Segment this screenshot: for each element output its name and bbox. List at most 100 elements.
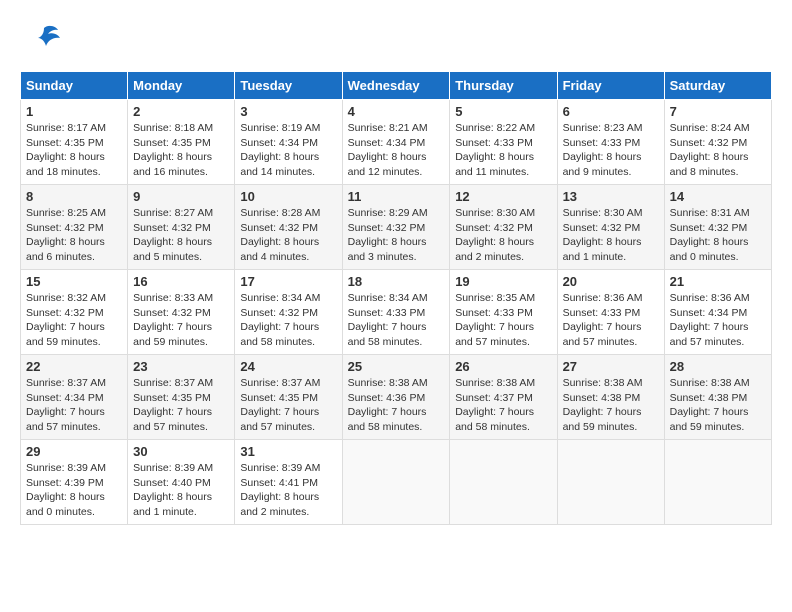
- day-number: 27: [563, 359, 659, 374]
- day-of-week-header: Wednesday: [342, 72, 450, 100]
- day-number: 23: [133, 359, 229, 374]
- page-header: [20, 20, 772, 61]
- logo: [20, 20, 62, 61]
- day-info: Sunrise: 8:38 AMSunset: 4:36 PMDaylight:…: [348, 376, 445, 435]
- calendar-cell: 1Sunrise: 8:17 AMSunset: 4:35 PMDaylight…: [21, 100, 128, 185]
- day-number: 30: [133, 444, 229, 459]
- calendar-cell: 16 Sunrise: 8:33 AMSunset: 4:32 PMDayligh…: [128, 270, 235, 355]
- calendar-cell: 28 Sunrise: 8:38 AMSunset: 4:38 PMDayligh…: [664, 355, 771, 440]
- day-info: Sunrise: 8:35 AMSunset: 4:33 PMDaylight:…: [455, 291, 551, 350]
- calendar-cell: 31 Sunrise: 8:39 AMSunset: 4:41 PMDayligh…: [235, 440, 342, 525]
- calendar-table: SundayMondayTuesdayWednesdayThursdayFrid…: [20, 71, 772, 525]
- calendar-cell: 2Sunrise: 8:18 AMSunset: 4:35 PMDaylight…: [128, 100, 235, 185]
- calendar-cell: 15Sunrise: 8:32 AMSunset: 4:32 PMDayligh…: [21, 270, 128, 355]
- calendar-cell: 18 Sunrise: 8:34 AMSunset: 4:33 PMDayligh…: [342, 270, 450, 355]
- day-info: Sunrise: 8:27 AMSunset: 4:32 PMDaylight:…: [133, 206, 229, 265]
- day-number: 5: [455, 104, 551, 119]
- day-number: 21: [670, 274, 766, 289]
- day-info: Sunrise: 8:37 AMSunset: 4:34 PMDaylight:…: [26, 376, 122, 435]
- calendar-week-row: 22 Sunrise: 8:37 AMSunset: 4:34 PMDayligh…: [21, 355, 772, 440]
- day-number: 20: [563, 274, 659, 289]
- calendar-cell: 25 Sunrise: 8:38 AMSunset: 4:36 PMDayligh…: [342, 355, 450, 440]
- day-info: Sunrise: 8:19 AMSunset: 4:34 PMDaylight:…: [240, 121, 336, 180]
- calendar-cell: 12 Sunrise: 8:30 AMSunset: 4:32 PMDayligh…: [450, 185, 557, 270]
- calendar-cell: 21 Sunrise: 8:36 AMSunset: 4:34 PMDayligh…: [664, 270, 771, 355]
- calendar-cell: 8 Sunrise: 8:25 AMSunset: 4:32 PMDaylight…: [21, 185, 128, 270]
- day-info: Sunrise: 8:24 AMSunset: 4:32 PMDaylight:…: [670, 121, 766, 180]
- calendar-cell: [342, 440, 450, 525]
- calendar-week-row: 1Sunrise: 8:17 AMSunset: 4:35 PMDaylight…: [21, 100, 772, 185]
- day-info: Sunrise: 8:37 AMSunset: 4:35 PMDaylight:…: [133, 376, 229, 435]
- calendar-cell: 22 Sunrise: 8:37 AMSunset: 4:34 PMDayligh…: [21, 355, 128, 440]
- day-info: Sunrise: 8:30 AMSunset: 4:32 PMDaylight:…: [455, 206, 551, 265]
- day-number: 11: [348, 189, 445, 204]
- day-number: 25: [348, 359, 445, 374]
- calendar-cell: 20 Sunrise: 8:36 AMSunset: 4:33 PMDayligh…: [557, 270, 664, 355]
- calendar-cell: 24 Sunrise: 8:37 AMSunset: 4:35 PMDayligh…: [235, 355, 342, 440]
- day-number: 17: [240, 274, 336, 289]
- day-info: Sunrise: 8:34 AMSunset: 4:33 PMDaylight:…: [348, 291, 445, 350]
- calendar-cell: 13 Sunrise: 8:30 AMSunset: 4:32 PMDayligh…: [557, 185, 664, 270]
- day-number: 15: [26, 274, 122, 289]
- calendar-cell: [450, 440, 557, 525]
- day-of-week-header: Saturday: [664, 72, 771, 100]
- calendar-cell: [557, 440, 664, 525]
- day-number: 9: [133, 189, 229, 204]
- day-number: 29: [26, 444, 122, 459]
- calendar-cell: 5 Sunrise: 8:22 AMSunset: 4:33 PMDaylight…: [450, 100, 557, 185]
- day-info: Sunrise: 8:22 AMSunset: 4:33 PMDaylight:…: [455, 121, 551, 180]
- day-info: Sunrise: 8:23 AMSunset: 4:33 PMDaylight:…: [563, 121, 659, 180]
- day-info: Sunrise: 8:21 AMSunset: 4:34 PMDaylight:…: [348, 121, 445, 180]
- day-number: 18: [348, 274, 445, 289]
- day-number: 2: [133, 104, 229, 119]
- day-info: Sunrise: 8:39 AMSunset: 4:39 PMDaylight:…: [26, 461, 122, 520]
- day-info: Sunrise: 8:36 AMSunset: 4:34 PMDaylight:…: [670, 291, 766, 350]
- day-info: Sunrise: 8:38 AMSunset: 4:38 PMDaylight:…: [563, 376, 659, 435]
- day-number: 22: [26, 359, 122, 374]
- calendar-cell: 29 Sunrise: 8:39 AMSunset: 4:39 PMDayligh…: [21, 440, 128, 525]
- day-info: Sunrise: 8:31 AMSunset: 4:32 PMDaylight:…: [670, 206, 766, 265]
- day-number: 3: [240, 104, 336, 119]
- day-info: Sunrise: 8:38 AMSunset: 4:37 PMDaylight:…: [455, 376, 551, 435]
- calendar-cell: 11 Sunrise: 8:29 AMSunset: 4:32 PMDayligh…: [342, 185, 450, 270]
- day-info: Sunrise: 8:37 AMSunset: 4:35 PMDaylight:…: [240, 376, 336, 435]
- calendar-cell: 7Sunrise: 8:24 AMSunset: 4:32 PMDaylight…: [664, 100, 771, 185]
- day-number: 8: [26, 189, 122, 204]
- day-of-week-header: Thursday: [450, 72, 557, 100]
- day-info: Sunrise: 8:30 AMSunset: 4:32 PMDaylight:…: [563, 206, 659, 265]
- day-info: Sunrise: 8:17 AMSunset: 4:35 PMDaylight:…: [26, 121, 122, 180]
- calendar-week-row: 29 Sunrise: 8:39 AMSunset: 4:39 PMDayligh…: [21, 440, 772, 525]
- calendar-week-row: 15Sunrise: 8:32 AMSunset: 4:32 PMDayligh…: [21, 270, 772, 355]
- day-number: 10: [240, 189, 336, 204]
- day-number: 16: [133, 274, 229, 289]
- day-number: 12: [455, 189, 551, 204]
- calendar-cell: 10 Sunrise: 8:28 AMSunset: 4:32 PMDayligh…: [235, 185, 342, 270]
- day-info: Sunrise: 8:28 AMSunset: 4:32 PMDaylight:…: [240, 206, 336, 265]
- day-number: 26: [455, 359, 551, 374]
- day-number: 6: [563, 104, 659, 119]
- day-info: Sunrise: 8:39 AMSunset: 4:41 PMDaylight:…: [240, 461, 336, 520]
- day-info: Sunrise: 8:34 AMSunset: 4:32 PMDaylight:…: [240, 291, 336, 350]
- day-of-week-header: Sunday: [21, 72, 128, 100]
- day-number: 31: [240, 444, 336, 459]
- day-info: Sunrise: 8:38 AMSunset: 4:38 PMDaylight:…: [670, 376, 766, 435]
- calendar-week-row: 8 Sunrise: 8:25 AMSunset: 4:32 PMDaylight…: [21, 185, 772, 270]
- day-number: 24: [240, 359, 336, 374]
- day-number: 13: [563, 189, 659, 204]
- day-number: 14: [670, 189, 766, 204]
- day-info: Sunrise: 8:29 AMSunset: 4:32 PMDaylight:…: [348, 206, 445, 265]
- calendar-cell: 19Sunrise: 8:35 AMSunset: 4:33 PMDayligh…: [450, 270, 557, 355]
- calendar-cell: 4Sunrise: 8:21 AMSunset: 4:34 PMDaylight…: [342, 100, 450, 185]
- day-of-week-header: Monday: [128, 72, 235, 100]
- calendar-cell: 14 Sunrise: 8:31 AMSunset: 4:32 PMDayligh…: [664, 185, 771, 270]
- calendar-cell: 23 Sunrise: 8:37 AMSunset: 4:35 PMDayligh…: [128, 355, 235, 440]
- logo-bird-icon: [26, 20, 62, 61]
- day-info: Sunrise: 8:33 AMSunset: 4:32 PMDaylight:…: [133, 291, 229, 350]
- day-of-week-header: Friday: [557, 72, 664, 100]
- day-number: 28: [670, 359, 766, 374]
- day-info: Sunrise: 8:36 AMSunset: 4:33 PMDaylight:…: [563, 291, 659, 350]
- day-info: Sunrise: 8:25 AMSunset: 4:32 PMDaylight:…: [26, 206, 122, 265]
- calendar-cell: 3 Sunrise: 8:19 AMSunset: 4:34 PMDaylight…: [235, 100, 342, 185]
- calendar-cell: [664, 440, 771, 525]
- calendar-cell: 26 Sunrise: 8:38 AMSunset: 4:37 PMDayligh…: [450, 355, 557, 440]
